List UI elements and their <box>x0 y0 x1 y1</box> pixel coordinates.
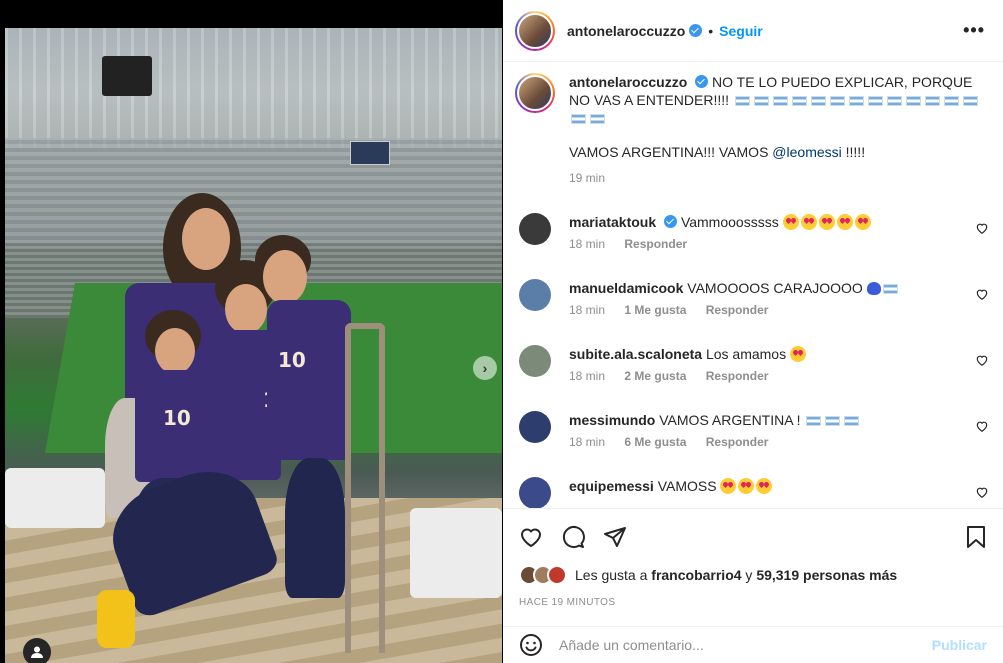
reply-button[interactable]: Responder <box>706 435 769 449</box>
next-image-button[interactable]: › <box>473 356 497 380</box>
author-username[interactable]: antonelaroccuzzo <box>567 23 685 39</box>
commenter-avatar[interactable] <box>519 279 551 311</box>
argentina-flags-emoji <box>804 412 861 428</box>
comment-item: mariataktouk Vammooosssss 18 min Respond… <box>519 213 989 253</box>
kid-middle-face <box>225 284 267 334</box>
liker-avatars[interactable] <box>519 565 567 585</box>
likes-prefix: Les gusta a <box>575 567 648 583</box>
comment-text: VAMOOOOS CARAJOOOO <box>687 280 863 296</box>
post-actions: Les gusta a francobarrio4 y 59,319 perso… <box>503 508 1003 626</box>
kid-right-face <box>263 250 307 304</box>
stadium-speaker <box>102 56 152 96</box>
likes-count[interactable]: 59,319 personas más <box>756 567 897 583</box>
comment-time[interactable]: 18 min <box>569 303 605 317</box>
comment-text: VAMOS ARGENTINA ! <box>659 412 801 428</box>
like-heart-icon[interactable] <box>519 525 543 549</box>
blue-heart-emoji <box>866 280 900 296</box>
verified-badge-icon <box>664 215 678 228</box>
reply-button[interactable]: Responder <box>624 237 687 251</box>
comment-time[interactable]: 18 min <box>569 435 605 449</box>
stadium-seat <box>410 508 502 598</box>
commenter-avatar[interactable] <box>519 411 551 443</box>
stadium-stands-upper <box>5 138 502 248</box>
commenter-avatar[interactable] <box>519 213 551 245</box>
author-avatar[interactable] <box>515 73 555 113</box>
heart-eyes-emoji <box>720 478 774 494</box>
commenter-username[interactable]: mariataktouk <box>569 214 656 230</box>
comment-input[interactable] <box>559 637 932 653</box>
comment-item: subite.ala.scaloneta Los amamos 18 min 2… <box>519 345 989 385</box>
kid-yellow-sock <box>97 590 135 648</box>
comment-time[interactable]: 18 min <box>569 237 605 251</box>
heart-eyes-emoji <box>782 214 873 230</box>
kid-right-legs <box>285 458 345 598</box>
like-comment-heart-icon[interactable] <box>975 353 989 367</box>
caption-time[interactable]: 19 min <box>569 171 605 185</box>
like-comment-heart-icon[interactable] <box>975 419 989 433</box>
like-comment-heart-icon[interactable] <box>975 485 989 499</box>
verified-badge-icon <box>695 75 709 88</box>
comment-item: equipemessi VAMOSS <box>519 477 989 508</box>
post-timestamp[interactable]: HACE 19 MINUTOS <box>519 597 615 608</box>
more-options-icon[interactable]: ••• <box>963 20 985 41</box>
stadium-roof <box>5 28 502 148</box>
caption-text-suffix: !!!!! <box>845 144 866 160</box>
commenter-avatar[interactable] <box>519 477 551 508</box>
comment-time[interactable]: 18 min <box>569 369 605 383</box>
verified-badge-icon <box>689 24 703 37</box>
add-comment-bar: Publicar <box>503 626 1003 663</box>
reply-button[interactable]: Responder <box>706 303 769 317</box>
commenter-username[interactable]: equipemessi <box>569 478 654 494</box>
comment-likes[interactable]: 6 Me gusta <box>624 435 686 449</box>
follow-button[interactable]: Seguir <box>719 23 763 39</box>
post-header: antonelaroccuzzo • Seguir ••• <box>503 0 1003 62</box>
woman-face <box>182 208 230 270</box>
comments-list[interactable]: antonelaroccuzzo NO TE LO PUEDO EXPLICAR… <box>503 63 1003 508</box>
save-bookmark-icon[interactable] <box>965 525 987 549</box>
comment-likes[interactable]: 1 Me gusta <box>624 303 686 317</box>
tagged-people-button[interactable] <box>23 638 51 663</box>
share-paper-plane-icon[interactable] <box>603 525 627 549</box>
liker-username[interactable]: francobarrio4 <box>651 567 741 583</box>
user-tag-icon <box>31 646 43 658</box>
comment-text: VAMOSS <box>657 478 717 494</box>
heart-eyes-emoji <box>790 346 808 362</box>
post-caption: antonelaroccuzzo NO TE LO PUEDO EXPLICAR… <box>515 73 985 187</box>
jersey-number: 10 <box>163 406 191 430</box>
author-avatar[interactable] <box>515 10 555 51</box>
instagram-post-modal: 10 10 10 › antonelaroccuzzo • Seguir <box>0 0 1003 663</box>
stadium-seat <box>5 468 105 528</box>
mention-link[interactable]: @leomessi <box>772 144 841 160</box>
chevron-right-icon: › <box>482 360 488 376</box>
stair-railing <box>345 323 385 653</box>
post-side-panel: antonelaroccuzzo • Seguir ••• antonelaro… <box>503 0 1003 663</box>
comment-item: messimundo VAMOS ARGENTINA ! 18 min 6 Me… <box>519 411 989 451</box>
caption-username[interactable]: antonelaroccuzzo <box>569 74 687 90</box>
stadium-screen <box>350 141 390 165</box>
kid-right-jersey <box>267 300 351 460</box>
comment-bubble-icon[interactable] <box>561 525 585 549</box>
commenter-username[interactable]: subite.ala.scaloneta <box>569 346 702 362</box>
like-comment-heart-icon[interactable] <box>975 287 989 301</box>
publish-button[interactable]: Publicar <box>932 637 987 653</box>
commenter-username[interactable]: manueldamicook <box>569 280 683 296</box>
commenter-avatar[interactable] <box>519 345 551 377</box>
likes-middle: y <box>745 567 753 583</box>
comment-text: Vammooosssss <box>680 214 779 230</box>
like-comment-heart-icon[interactable] <box>975 221 989 235</box>
comment-item: manueldamicook VAMOOOOS CARAJOOOO 18 min… <box>519 279 989 319</box>
comment-text: Los amamos <box>705 346 787 362</box>
post-photo[interactable]: 10 10 10 › <box>5 28 502 663</box>
jersey-number: 10 <box>278 348 306 372</box>
caption-text-line2: VAMOS ARGENTINA!!! VAMOS <box>569 144 769 160</box>
comment-likes[interactable]: 2 Me gusta <box>624 369 686 383</box>
commenter-username[interactable]: messimundo <box>569 412 655 428</box>
kid-left-face <box>155 328 195 374</box>
likes-summary: Les gusta a francobarrio4 y 59,319 perso… <box>519 565 897 585</box>
emoji-smiley-icon[interactable] <box>519 633 543 657</box>
reply-button[interactable]: Responder <box>706 369 769 383</box>
separator-dot: • <box>708 22 714 39</box>
